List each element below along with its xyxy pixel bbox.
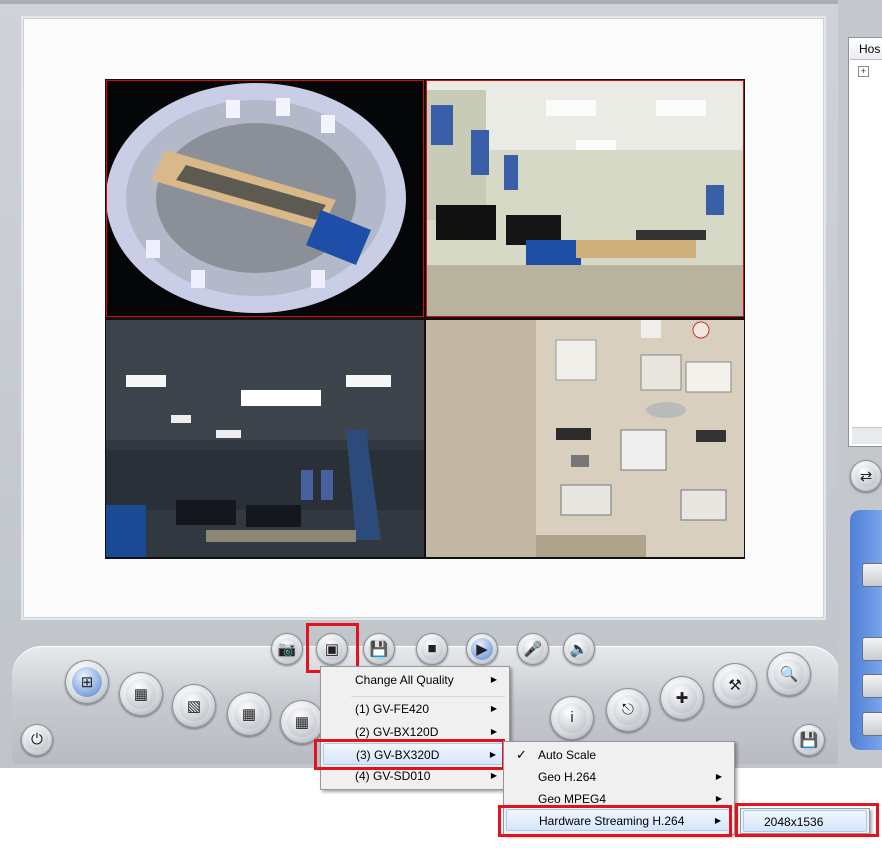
grid-16-icon: ▦ bbox=[286, 706, 318, 738]
camera-view-2[interactable] bbox=[426, 80, 744, 317]
info-icon: i bbox=[556, 702, 588, 734]
menu-item-hardware-streaming-h264[interactable]: Hardware Streaming H.264 ▶ bbox=[506, 809, 732, 831]
menu-item-camera-3[interactable]: (3) GV-BX320D ▶ bbox=[323, 743, 507, 765]
layout-6-button[interactable]: ▦ bbox=[119, 672, 163, 716]
camera-view-1-fisheye[interactable] bbox=[106, 80, 424, 317]
floppy-disk-icon: 💾 bbox=[797, 728, 821, 752]
camera-view-4[interactable] bbox=[426, 320, 744, 557]
connect-icon: ⇄ bbox=[854, 464, 878, 488]
host-connect-button[interactable]: ⇄ bbox=[850, 460, 882, 492]
search-button[interactable]: 🔍 bbox=[767, 652, 811, 696]
speaker-icon: 🔈 bbox=[567, 637, 591, 661]
window-top-edge bbox=[0, 0, 840, 4]
camera-quality-menu: Change All Quality ▶ (1) GV-FE420 ▶ (2) GV… bbox=[320, 666, 510, 790]
snapshot-button[interactable]: 📷 bbox=[271, 633, 303, 665]
tools-icon: ⚒ bbox=[719, 669, 751, 701]
menu-separator bbox=[351, 696, 505, 697]
document-icon[interactable] bbox=[862, 563, 882, 587]
tree-expand-icon[interactable]: + bbox=[858, 66, 869, 77]
save-settings-button[interactable]: 💾 bbox=[793, 724, 825, 756]
host-panel-title: Hos bbox=[859, 42, 881, 56]
network-icon[interactable] bbox=[862, 637, 882, 661]
grid-6-icon: ▦ bbox=[125, 678, 157, 710]
resolution-menu: 2048x1536 bbox=[740, 808, 870, 834]
menu-item-auto-scale[interactable]: ✓ Auto Scale bbox=[506, 744, 732, 766]
floppy-disk-icon: 💾 bbox=[367, 637, 391, 661]
ptz-camera-icon: ⎋ bbox=[612, 694, 644, 726]
grid-8-icon: ▧ bbox=[178, 690, 210, 722]
menu-item-geo-h264[interactable]: Geo H.264 ▶ bbox=[506, 766, 732, 788]
tools-button[interactable]: ⚒ bbox=[713, 663, 757, 707]
microphone-icon: 🎤 bbox=[521, 637, 545, 661]
grid-2x2-icon: ⊞ bbox=[71, 666, 103, 698]
submenu-arrow-icon: ▶ bbox=[490, 727, 497, 736]
play-button[interactable]: ▶ bbox=[466, 633, 498, 665]
stop-icon: ■ bbox=[420, 637, 444, 661]
submenu-arrow-icon: ▶ bbox=[715, 772, 722, 781]
menu-item-2048x1536[interactable]: 2048x1536 bbox=[743, 810, 867, 832]
add-document-icon: ✚ bbox=[666, 682, 698, 714]
image-quality-icon: ▣ bbox=[320, 637, 344, 661]
menu-item-camera-4[interactable]: (4) GV-SD010 ▶ bbox=[323, 765, 507, 787]
host-panel-header: Hos bbox=[850, 39, 882, 60]
menu-item-camera-1[interactable]: (1) GV-FE420 ▶ bbox=[323, 698, 507, 720]
submenu-arrow-icon: ▶ bbox=[489, 750, 496, 759]
image-quality-button[interactable]: ▣ bbox=[316, 633, 348, 665]
power-button[interactable]: ⏻ bbox=[21, 724, 53, 756]
stop-button[interactable]: ■ bbox=[416, 633, 448, 665]
submenu-arrow-icon: ▶ bbox=[490, 704, 497, 713]
layout-1x1-button[interactable]: ⊞ bbox=[65, 660, 109, 704]
codec-menu: ✓ Auto Scale Geo H.264 ▶ Geo MPEG4 ▶ Hardw… bbox=[503, 741, 735, 835]
microphone-button[interactable]: 🎤 bbox=[517, 633, 549, 665]
ptz-button[interactable]: ⎋ bbox=[606, 688, 650, 732]
film-icon[interactable] bbox=[862, 674, 882, 698]
add-document-button[interactable]: ✚ bbox=[660, 676, 704, 720]
power-icon: ⏻ bbox=[25, 728, 49, 752]
settings-icon[interactable] bbox=[862, 712, 882, 736]
play-icon: ▶ bbox=[470, 637, 494, 661]
search-icon: 🔍 bbox=[773, 658, 805, 690]
camera-icon: 📷 bbox=[275, 637, 299, 661]
save-button[interactable]: 💾 bbox=[363, 633, 395, 665]
host-tree-panel bbox=[848, 37, 882, 447]
speaker-button[interactable]: 🔈 bbox=[563, 633, 595, 665]
checkmark-icon: ✓ bbox=[516, 747, 527, 762]
menu-item-change-all-quality[interactable]: Change All Quality ▶ bbox=[323, 669, 507, 691]
submenu-arrow-icon: ▶ bbox=[490, 771, 497, 780]
layout-16-button[interactable]: ▦ bbox=[280, 700, 324, 744]
menu-item-camera-2[interactable]: (2) GV-BX120D ▶ bbox=[323, 721, 507, 743]
layout-9-button[interactable]: ▦ bbox=[227, 692, 271, 736]
info-button[interactable]: i bbox=[550, 696, 594, 740]
submenu-arrow-icon: ▶ bbox=[715, 794, 722, 803]
submenu-arrow-icon: ▶ bbox=[714, 816, 721, 825]
menu-item-geo-mpeg4[interactable]: Geo MPEG4 ▶ bbox=[506, 788, 732, 810]
grid-9-icon: ▦ bbox=[233, 698, 265, 730]
camera-view-3[interactable] bbox=[106, 320, 424, 557]
submenu-arrow-icon: ▶ bbox=[490, 675, 497, 684]
horizontal-scrollbar[interactable] bbox=[852, 427, 882, 444]
layout-8-button[interactable]: ▧ bbox=[172, 684, 216, 728]
